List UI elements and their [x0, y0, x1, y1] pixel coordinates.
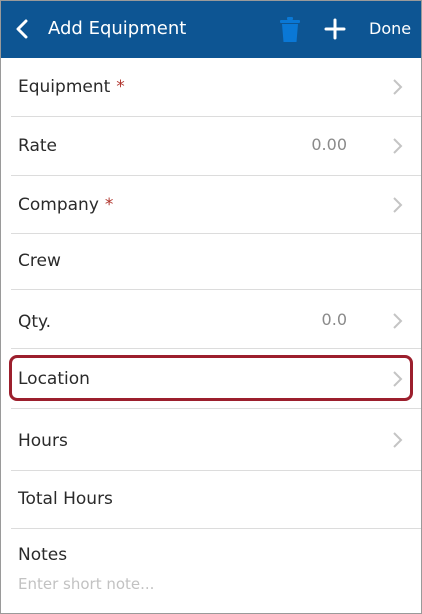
form-row-notes: Notes	[1, 529, 421, 613]
qty-value: 0.0	[321, 310, 347, 329]
back-button[interactable]	[9, 15, 35, 43]
rate-value: 0.00	[311, 135, 347, 154]
row-label: Qty.	[18, 312, 52, 332]
row-label: Company *	[18, 195, 114, 215]
chevron-right-icon	[393, 79, 403, 95]
chevron-right-icon	[393, 432, 403, 448]
chevron-right-icon	[393, 313, 403, 329]
row-label: Rate	[18, 136, 57, 156]
plus-icon	[324, 18, 346, 40]
form-row-company[interactable]: Company *	[1, 176, 421, 234]
form-row-hours[interactable]: Hours	[1, 409, 421, 471]
done-button[interactable]: Done	[369, 18, 411, 40]
chevron-left-icon	[16, 19, 28, 39]
required-mark: *	[104, 195, 114, 215]
row-label: Total Hours	[18, 489, 113, 509]
chevron-right-icon	[393, 197, 403, 213]
delete-button[interactable]	[279, 17, 301, 43]
chevron-right-icon	[393, 138, 403, 154]
form-row-equipment[interactable]: Equipment *	[1, 58, 421, 117]
form-row-crew[interactable]: Crew	[1, 234, 421, 290]
trash-icon	[280, 17, 300, 42]
form-row-rate[interactable]: Rate 0.00	[1, 117, 421, 176]
row-label: Hours	[18, 431, 68, 451]
page-title: Add Equipment	[48, 18, 187, 39]
row-label: Crew	[18, 251, 61, 271]
add-button[interactable]	[323, 17, 347, 41]
required-mark: *	[116, 77, 125, 97]
form-row-qty[interactable]: Qty. 0.0	[1, 290, 421, 349]
location-highlight	[9, 355, 413, 401]
row-label: Equipment *	[18, 77, 125, 97]
form-row-total-hours[interactable]: Total Hours	[1, 471, 421, 529]
nav-header: Add Equipment Done	[1, 1, 421, 58]
notes-input[interactable]: Enter short note...	[18, 574, 154, 594]
notes-label: Notes	[18, 545, 68, 565]
add-equipment-screen: Add Equipment Done Equipment* Rate 0.00	[0, 0, 422, 614]
